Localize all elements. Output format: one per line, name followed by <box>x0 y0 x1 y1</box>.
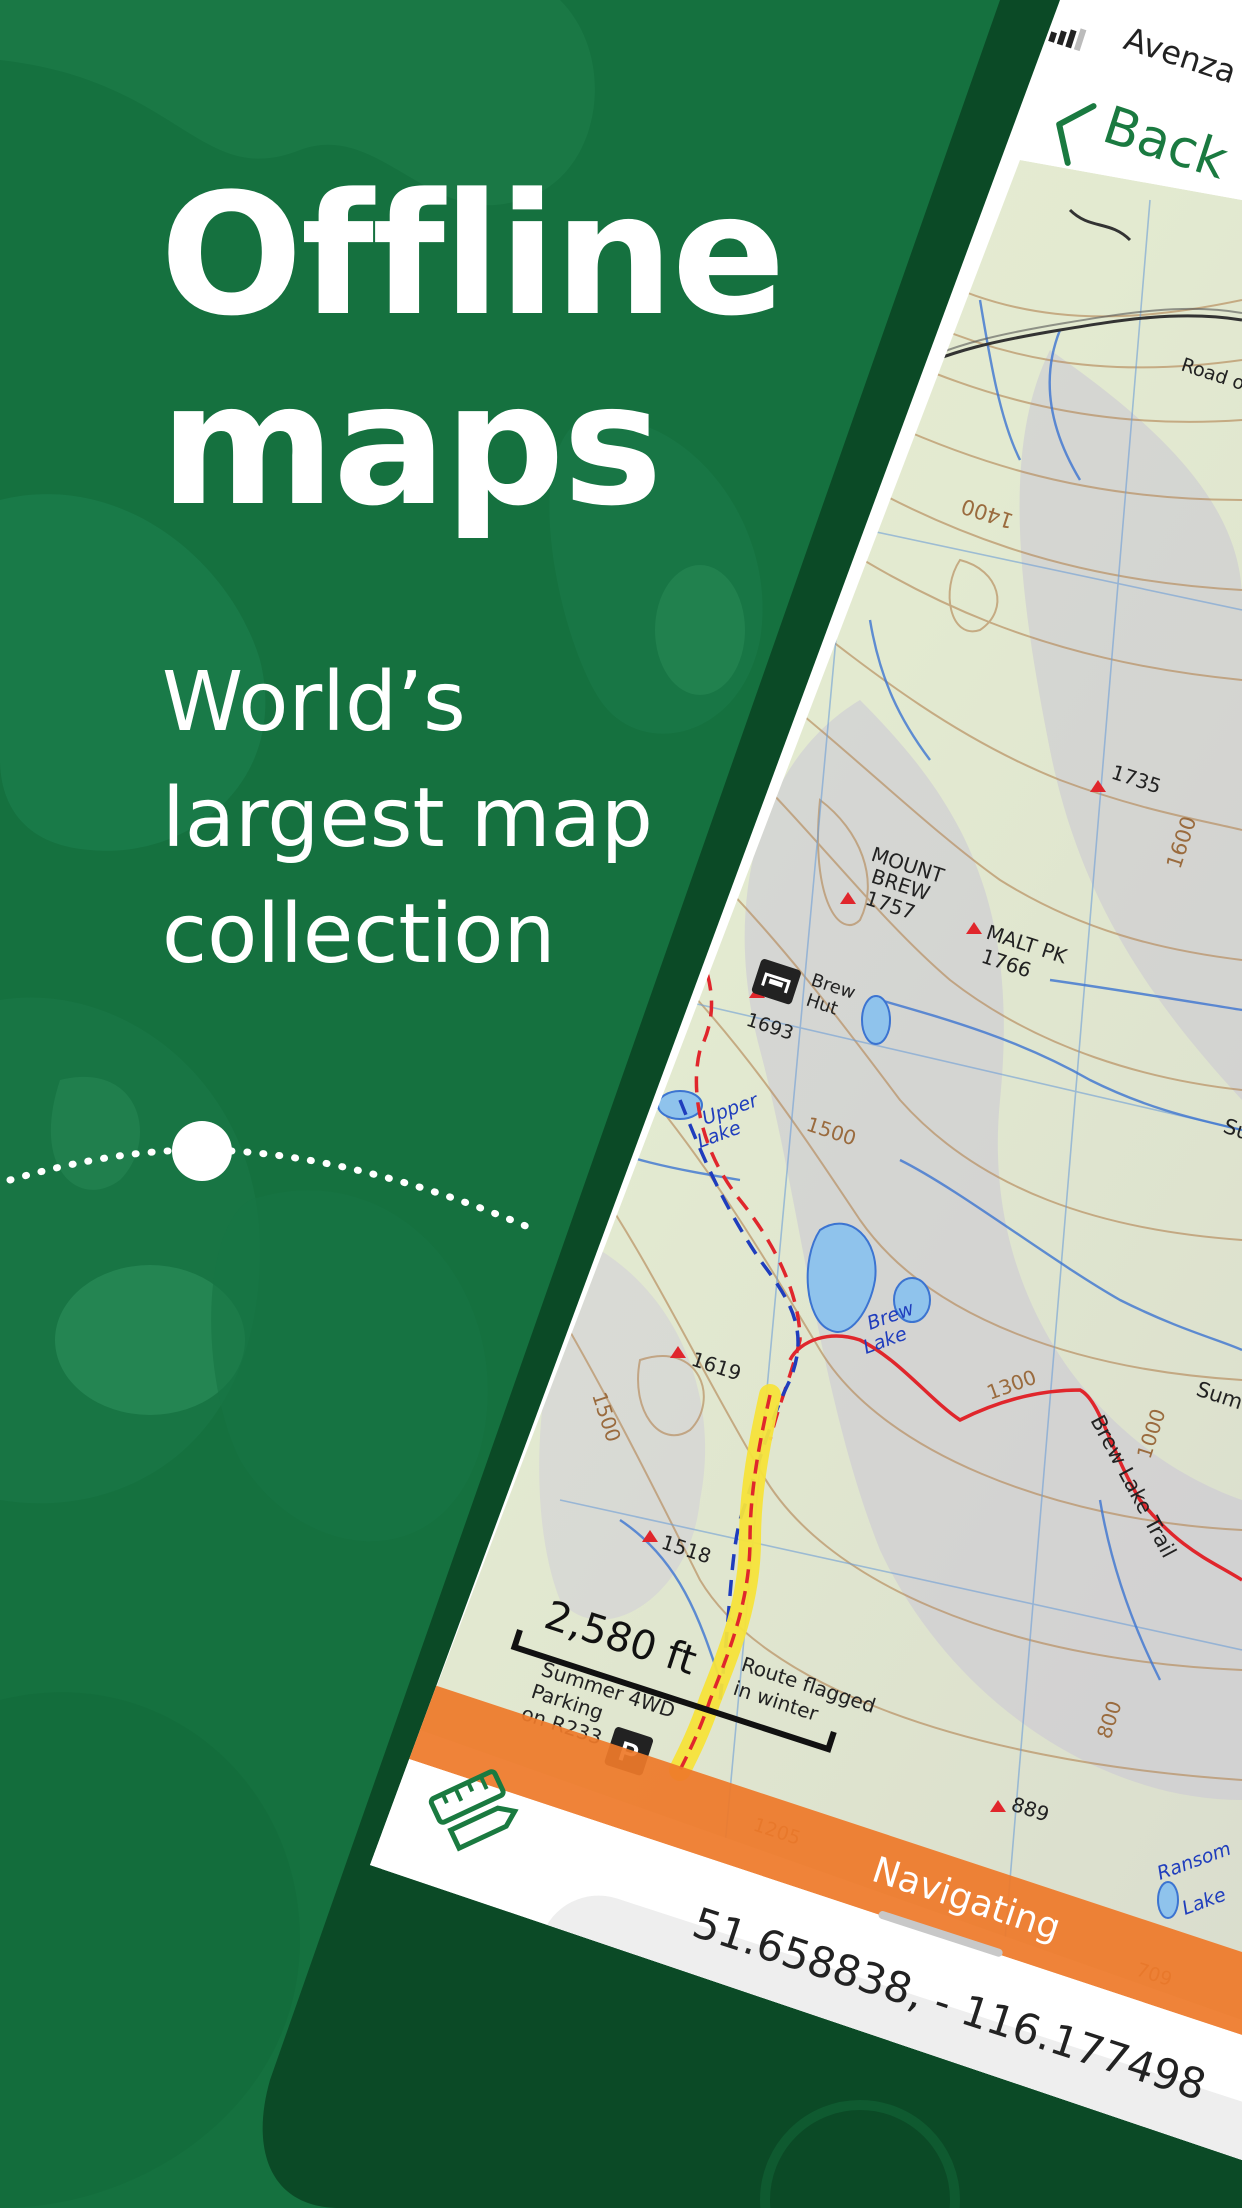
phone-mockup: P 2,580 ft Road out 1400 1735 1600 MOUNT… <box>262 0 1242 2208</box>
